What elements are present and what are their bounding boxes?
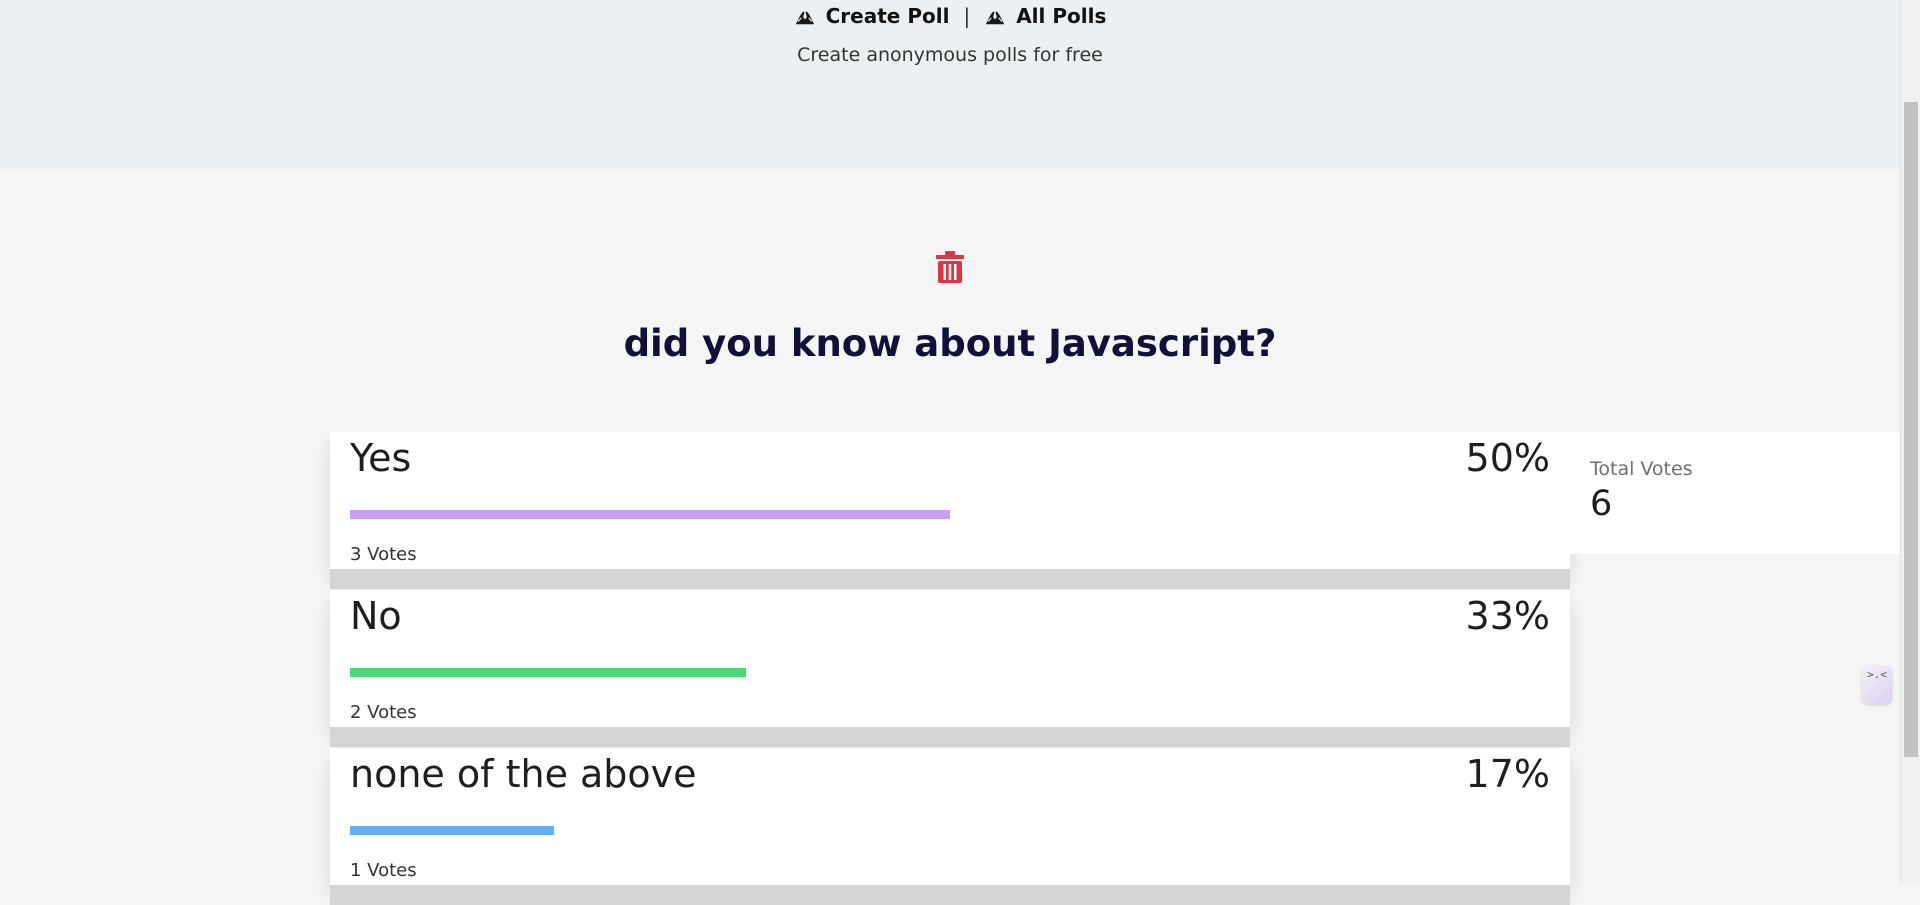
trash-icon[interactable] (935, 251, 965, 283)
nav-separator: | (963, 4, 971, 28)
nav-all-polls-label: All Polls (1016, 4, 1107, 28)
option-bar-fill (350, 826, 554, 835)
poll-option-no[interactable]: No 33% 2 Votes (330, 590, 1570, 747)
site-header: Create Poll | All Polls Create anonymous… (0, 0, 1900, 169)
option-bar-fill (350, 668, 746, 677)
chat-widget-icon[interactable]: >.< (1862, 666, 1892, 704)
nav-create-poll[interactable]: Create Poll (794, 4, 950, 28)
option-percent: 50% (1465, 436, 1550, 480)
main-nav: Create Poll | All Polls (0, 4, 1900, 28)
option-bar-track (350, 826, 1550, 835)
option-votes: 3 Votes (350, 544, 417, 565)
option-percent: 33% (1465, 594, 1550, 638)
option-label: No (350, 594, 402, 638)
nav-create-poll-label: Create Poll (825, 4, 950, 28)
option-percent: 17% (1465, 752, 1550, 796)
option-votes: 1 Votes (350, 860, 417, 881)
poll-title: did you know about Javascript? (623, 322, 1277, 365)
option-votes: 2 Votes (350, 702, 417, 723)
option-bar-track (350, 668, 1550, 677)
scrollbar-thumb[interactable] (1904, 102, 1918, 757)
total-votes-card: Total Votes 6 (1570, 432, 1900, 554)
tagline: Create anonymous polls for free (797, 44, 1103, 66)
poll-option-none[interactable]: none of the above 17% 1 Votes (330, 748, 1570, 905)
option-bar-track (350, 510, 1550, 519)
option-bar-fill (350, 510, 950, 519)
option-label: none of the above (350, 752, 697, 796)
total-votes-value: 6 (1590, 484, 1613, 524)
poll-option-yes[interactable]: Yes 50% 3 Votes (330, 432, 1570, 589)
nav-all-polls[interactable]: All Polls (984, 4, 1106, 28)
option-label: Yes (350, 436, 412, 480)
praying-hands-icon (986, 11, 1005, 25)
scrollbar[interactable] (1900, 0, 1920, 883)
praying-hands-icon (795, 11, 814, 25)
total-votes-label: Total Votes (1590, 458, 1693, 480)
